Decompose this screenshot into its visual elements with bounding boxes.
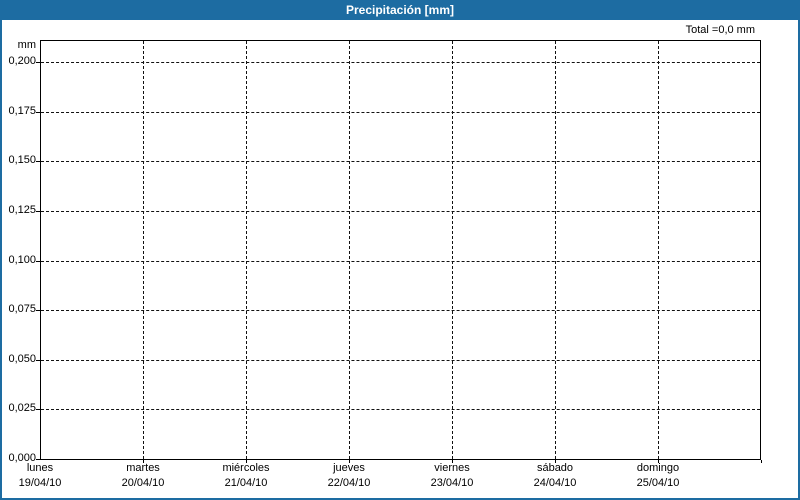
v-gridline [658, 41, 659, 459]
h-gridline [41, 211, 760, 212]
x-tick-date-label: 20/04/10 [121, 477, 165, 489]
y-tick-mark [36, 261, 40, 262]
y-tick-label: 0,200 [8, 55, 36, 67]
x-tick-date-label: 25/04/10 [636, 477, 680, 489]
x-tick-day-label: miércoles [222, 462, 270, 474]
h-gridline [41, 310, 760, 311]
x-tick-day-label: sábado [536, 462, 574, 474]
h-gridline [41, 112, 760, 113]
x-tick-mark [349, 460, 350, 463]
y-tick-mark [36, 62, 40, 63]
x-tick-day-label: jueves [333, 462, 365, 474]
x-tick-date-label: 22/04/10 [327, 477, 371, 489]
v-gridline [349, 41, 350, 459]
x-tick-mark [143, 460, 144, 463]
y-tick-mark [36, 211, 40, 212]
x-tick-date-label: 24/04/10 [533, 477, 577, 489]
v-gridline [246, 41, 247, 459]
v-gridline [555, 41, 556, 459]
y-tick-mark [36, 161, 40, 162]
chart-title: Precipitación [mm] [345, 3, 455, 17]
x-tick-mark [452, 460, 453, 463]
x-tick-mark [761, 460, 762, 463]
v-gridline [452, 41, 453, 459]
y-tick-label: 0,150 [8, 154, 36, 166]
h-gridline [41, 261, 760, 262]
y-tick-mark [36, 409, 40, 410]
x-tick-day-label: viernes [434, 462, 470, 474]
total-label: Total =0,0 mm [685, 24, 755, 36]
plot-area [40, 40, 761, 460]
y-tick-mark [36, 310, 40, 311]
title-bar: Precipitación [mm] [0, 0, 800, 20]
y-tick-label: 0,025 [8, 402, 36, 414]
x-tick-date-label: 21/04/10 [224, 477, 268, 489]
v-gridline [143, 41, 144, 459]
y-tick-label: 0,100 [8, 254, 36, 266]
y-tick-label: 0,075 [8, 303, 36, 315]
x-tick-day-label: lunes [26, 462, 54, 474]
y-tick-mark [36, 112, 40, 113]
x-tick-mark [555, 460, 556, 463]
h-gridline [41, 409, 760, 410]
x-tick-date-label: 23/04/10 [430, 477, 474, 489]
x-tick-mark [658, 460, 659, 463]
x-tick-day-label: martes [126, 462, 160, 474]
y-tick-mark [36, 459, 40, 460]
h-gridline [41, 62, 760, 63]
y-tick-label: 0,125 [8, 204, 36, 216]
y-tick-mark [36, 360, 40, 361]
x-tick-date-label: 19/04/10 [18, 477, 62, 489]
h-gridline [41, 360, 760, 361]
y-tick-label: 0,050 [8, 353, 36, 365]
x-tick-mark [246, 460, 247, 463]
y-tick-label: 0,175 [8, 105, 36, 117]
h-gridline [41, 161, 760, 162]
x-tick-day-label: domingo [636, 462, 680, 474]
y-axis-unit-label: mm [17, 39, 36, 51]
precipitation-chart-window: Precipitación [mm] Total =0,0 mm mm 0,20… [0, 0, 800, 500]
